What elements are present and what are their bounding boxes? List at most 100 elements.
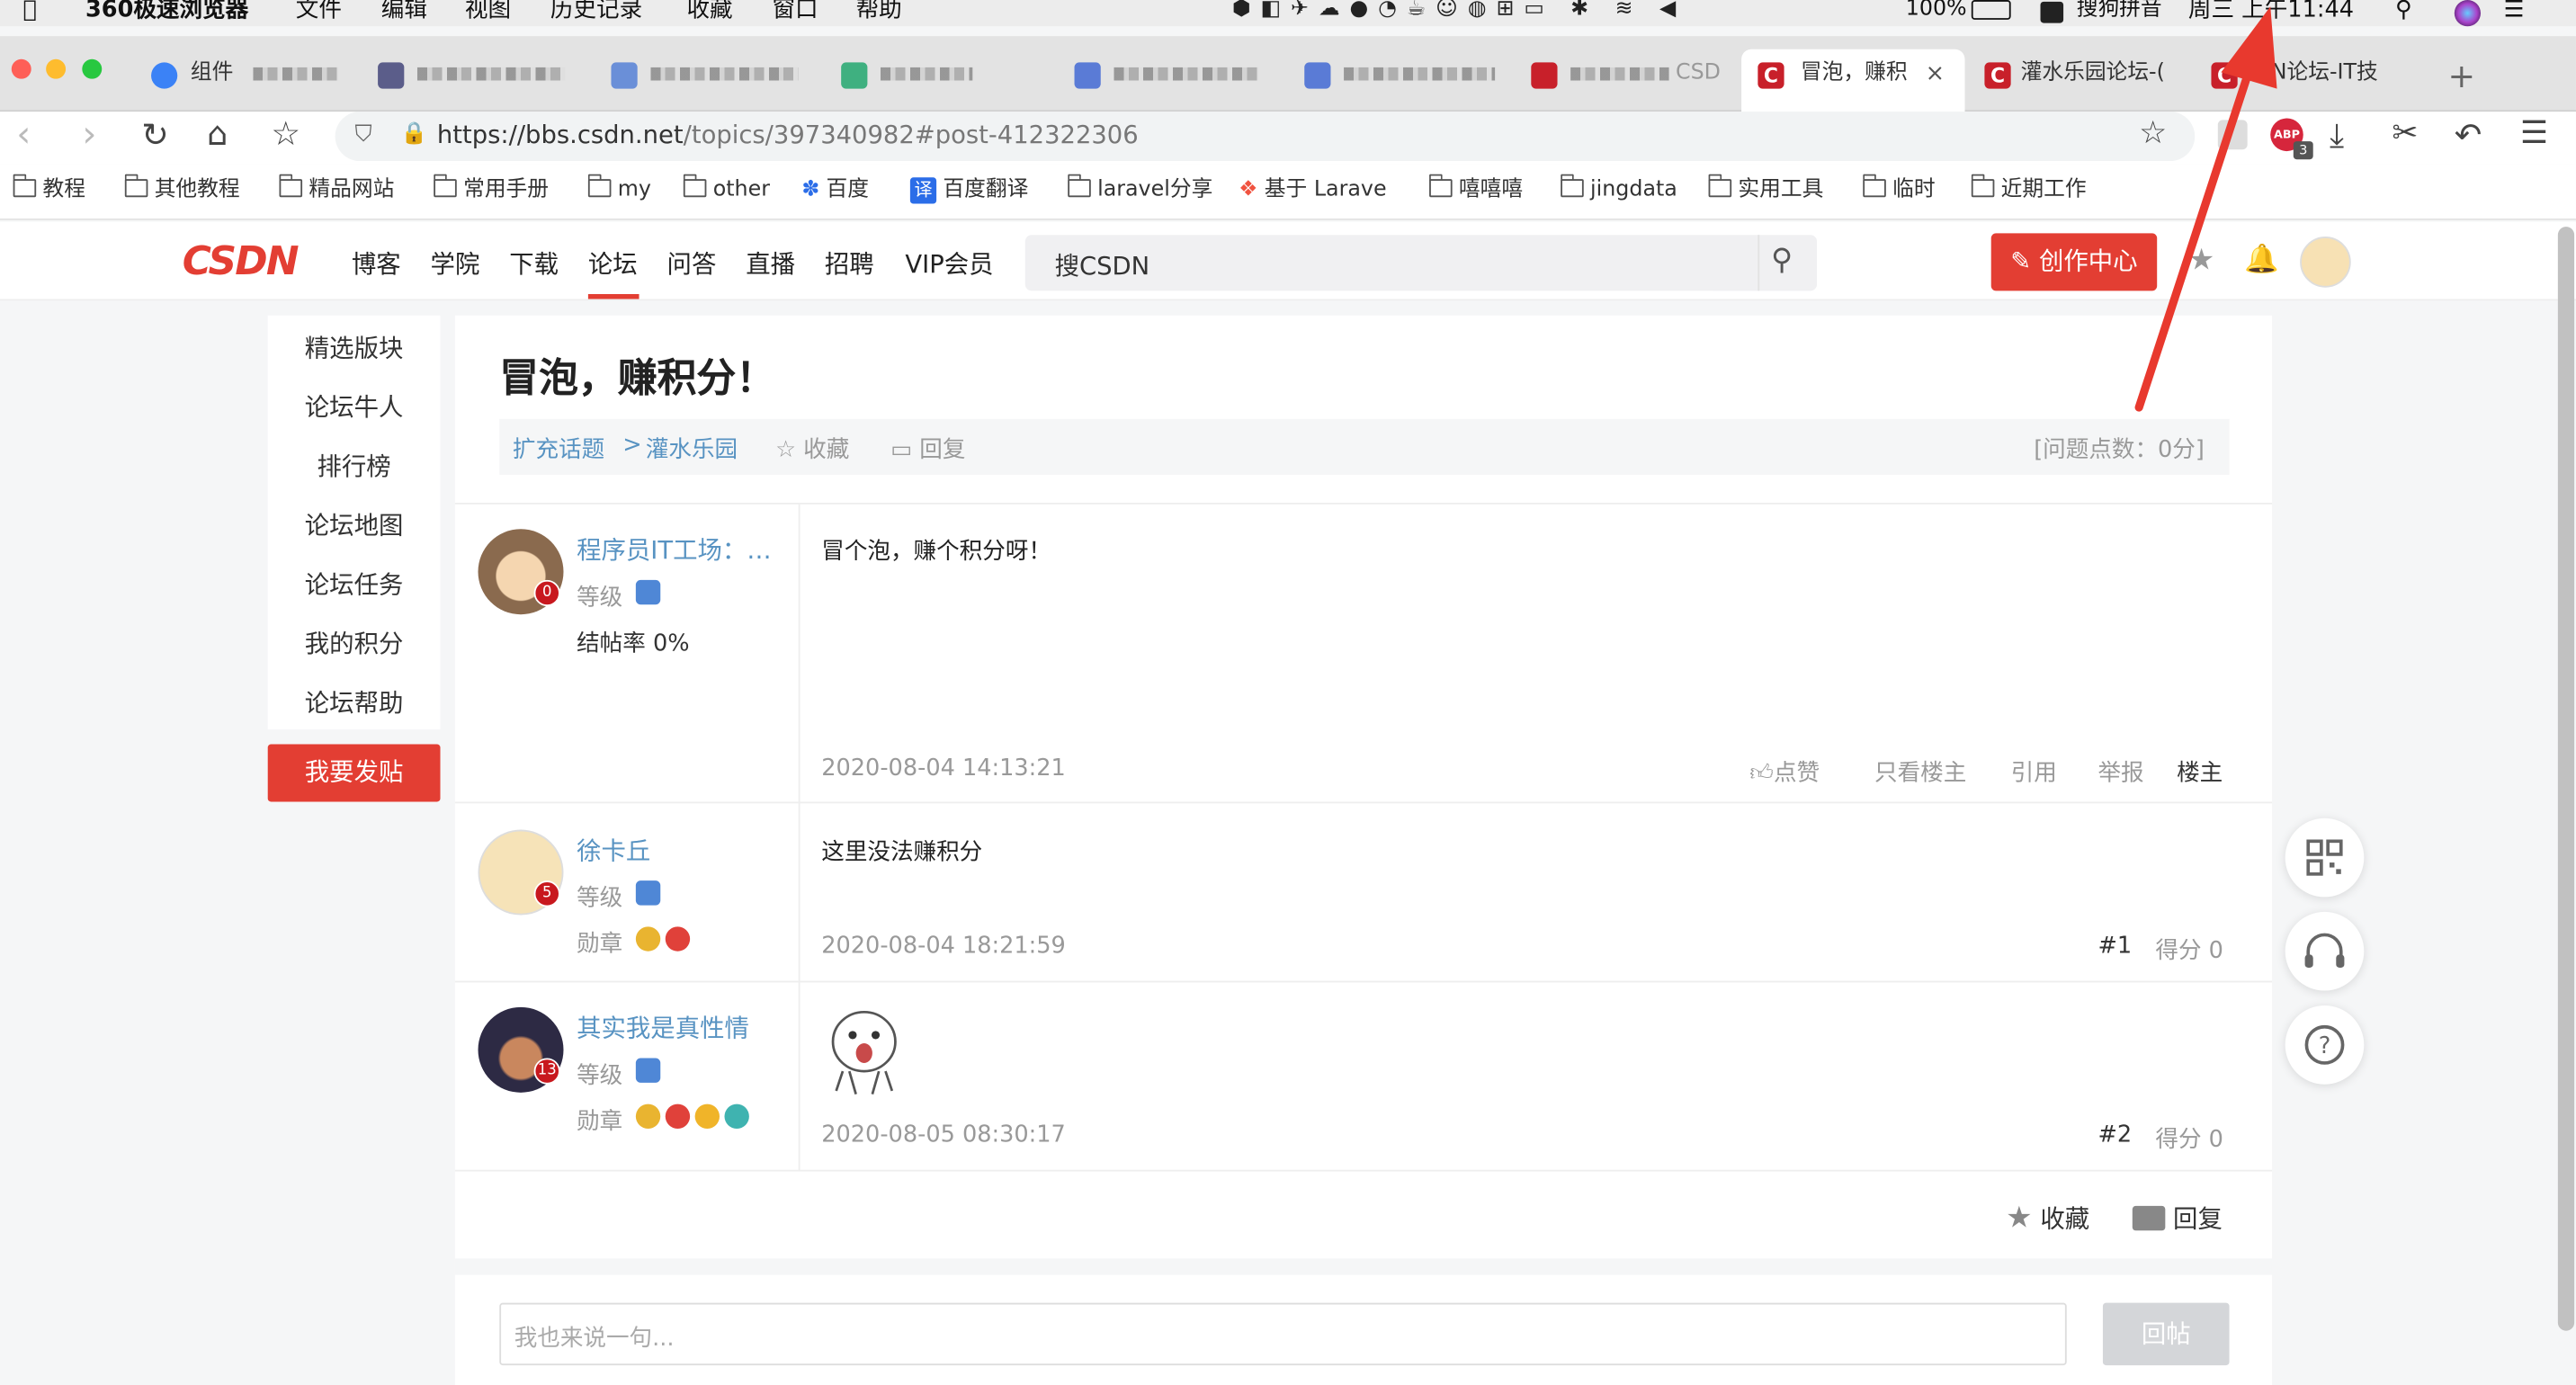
quote-button[interactable]: 引用 <box>2011 755 2057 789</box>
bookmark-folder[interactable]: my <box>587 174 651 203</box>
nav-blog[interactable]: 博客 <box>352 246 401 281</box>
bookmark-folder[interactable]: jingdata <box>1561 174 1677 203</box>
post-username[interactable]: 其实我是真性情 <box>577 1010 749 1044</box>
only-owner-button[interactable]: 只看楼主 <box>1874 755 1966 789</box>
menu-file[interactable]: 文件 <box>296 0 342 23</box>
tab-7[interactable]: CSD <box>1521 49 1738 99</box>
sidebar-map[interactable]: 论坛地图 <box>268 507 441 541</box>
scissors-icon[interactable]: ✂ <box>2392 115 2418 151</box>
back-icon[interactable]: ‹ <box>16 115 31 156</box>
menu-view[interactable]: 视图 <box>465 0 511 23</box>
bookmark-folder[interactable]: 实用工具 <box>1708 174 1823 203</box>
zoom-window-button[interactable] <box>82 58 103 79</box>
bookmark-folder[interactable]: 精品网站 <box>279 174 394 203</box>
close-tab-icon[interactable]: × <box>1926 49 1945 99</box>
post-username[interactable]: 徐卡丘 <box>577 833 650 867</box>
forward-icon[interactable]: › <box>82 115 96 156</box>
sidebar-ranking[interactable]: 排行榜 <box>268 449 441 483</box>
reply-input[interactable]: 我也来说一句... <box>499 1302 2067 1366</box>
notification-center-icon[interactable]: ☰ <box>2504 0 2525 23</box>
apple-icon[interactable]:  <box>23 0 37 23</box>
bookmark-folder[interactable]: 近期工作 <box>1971 174 2087 203</box>
nav-jobs[interactable]: 招聘 <box>825 246 874 281</box>
nav-live[interactable]: 直播 <box>746 246 795 281</box>
nav-qa[interactable]: 问答 <box>667 246 717 281</box>
spotlight-icon[interactable]: ⚲ <box>2395 0 2412 23</box>
nav-vip[interactable]: VIP会员 <box>905 246 993 281</box>
menu-favorites[interactable]: 收藏 <box>686 0 732 23</box>
customer-service-button[interactable] <box>2285 911 2365 991</box>
sogou-icon[interactable] <box>2040 1 2064 23</box>
crumb-current-link[interactable]: 灌水乐园 <box>646 432 738 465</box>
sidebar-points[interactable]: 我的积分 <box>268 626 441 660</box>
menu-icon[interactable]: ☰ <box>2520 115 2548 151</box>
user-avatar[interactable] <box>2300 237 2351 288</box>
footer-reply-button[interactable]: 回复 <box>2132 1201 2223 1235</box>
search-input[interactable]: 搜CSDN ⚲ <box>1024 235 1818 291</box>
nav-forum[interactable]: 论坛 <box>588 246 638 281</box>
medal-icon[interactable] <box>665 926 691 952</box>
battery-icon[interactable] <box>1971 0 2011 20</box>
close-window-button[interactable] <box>11 58 31 79</box>
post-username[interactable]: 程序员IT工场：… <box>577 532 772 567</box>
menu-history[interactable]: 历史记录 <box>550 0 642 23</box>
tab-6[interactable] <box>1292 49 1515 99</box>
sidebar-experts[interactable]: 论坛牛人 <box>268 389 441 424</box>
csdn-logo[interactable]: CSDN <box>183 238 300 284</box>
reload-icon[interactable]: ↻ <box>141 115 169 155</box>
bookmark-folder[interactable]: 其他教程 <box>124 174 240 203</box>
tab-2[interactable] <box>364 49 587 99</box>
bookmark-baidu[interactable]: ✽ 百度 <box>801 177 869 203</box>
nav-download[interactable]: 下载 <box>509 246 559 281</box>
medal-icon[interactable] <box>635 1104 661 1130</box>
tab-5[interactable] <box>1061 49 1284 99</box>
new-tab-icon[interactable]: + <box>2447 56 2475 95</box>
topic-favorite-button[interactable]: ☆ 收藏 <box>775 432 849 465</box>
medal-icon[interactable] <box>724 1104 749 1130</box>
like-button[interactable]: 👍︎点赞 <box>1749 755 1820 789</box>
url-text[interactable]: https://bbs.csdn.net/topics/397340982#po… <box>437 120 1139 149</box>
menu-edit[interactable]: 编辑 <box>381 0 427 23</box>
help-button[interactable]: ? <box>2285 1005 2365 1085</box>
bookmark-folder[interactable]: 嘻嘻嘻 <box>1429 174 1523 203</box>
search-icon[interactable]: ⚲ <box>1771 243 1793 277</box>
minimize-window-button[interactable] <box>46 58 67 79</box>
bookmark-folder[interactable]: 教程 <box>13 174 85 203</box>
crumb-parent-link[interactable]: 扩充话题 <box>513 432 604 465</box>
qrcode-button[interactable] <box>2285 818 2365 898</box>
bookmark-folder[interactable]: laravel分享 <box>1068 174 1212 203</box>
medal-icon[interactable] <box>635 926 661 952</box>
download-icon[interactable]: ⤓ <box>2330 115 2344 155</box>
menu-window[interactable]: 窗口 <box>772 0 818 23</box>
siri-icon[interactable] <box>2454 0 2482 27</box>
menu-help[interactable]: 帮助 <box>856 0 902 23</box>
home-icon[interactable]: ⌂ <box>207 113 228 153</box>
bookmark-folder[interactable]: 常用手册 <box>434 174 549 203</box>
address-bar[interactable]: ⛉ 🔒 https://bbs.csdn.net/topics/39734098… <box>335 112 2196 162</box>
undo-icon[interactable]: ↶ <box>2455 115 2482 155</box>
report-button[interactable]: 举报 <box>2097 755 2143 789</box>
tab-3[interactable] <box>598 49 821 99</box>
sidebar-tasks[interactable]: 论坛任务 <box>268 567 441 601</box>
bookmark-folder[interactable]: other <box>683 174 770 203</box>
new-post-button[interactable]: 我要发贴 <box>267 744 441 802</box>
shield-icon[interactable]: ⛉ <box>355 121 372 147</box>
sidebar-help[interactable]: 论坛帮助 <box>268 685 441 719</box>
footer-favorite-button[interactable]: ★ 收藏 <box>2006 1201 2089 1235</box>
tab-4[interactable] <box>828 49 1051 99</box>
medal-icon[interactable] <box>694 1104 720 1130</box>
bookmark-star-icon[interactable]: ☆ <box>271 113 300 153</box>
bookmark-baidu-translate[interactable]: 译百度翻译 <box>909 177 1028 204</box>
status-icons[interactable]: ⬢◧✈☁●◔☕☺◍⊞▭ ✱ ≋ ◀ <box>1232 0 1686 23</box>
bookmark-folder[interactable]: 临时 <box>1863 174 1936 203</box>
medal-icon[interactable] <box>665 1104 691 1130</box>
menubar-app-name[interactable]: 360极速浏览器 <box>85 0 248 23</box>
tab-active[interactable]: C 冒泡，赚积 × <box>1741 49 1965 112</box>
nav-academy[interactable]: 学院 <box>431 246 480 281</box>
tab-1[interactable]: 组件 <box>138 49 354 99</box>
page-scrollbar[interactable] <box>2557 227 2575 1331</box>
sidebar-featured[interactable]: 精选版块 <box>268 330 441 364</box>
topic-reply-button[interactable]: ▭ 回复 <box>890 432 965 465</box>
bookmark-laravel[interactable]: ❖ 基于 Larave <box>1239 177 1386 203</box>
submit-reply-button[interactable]: 回帖 <box>2102 1302 2230 1366</box>
